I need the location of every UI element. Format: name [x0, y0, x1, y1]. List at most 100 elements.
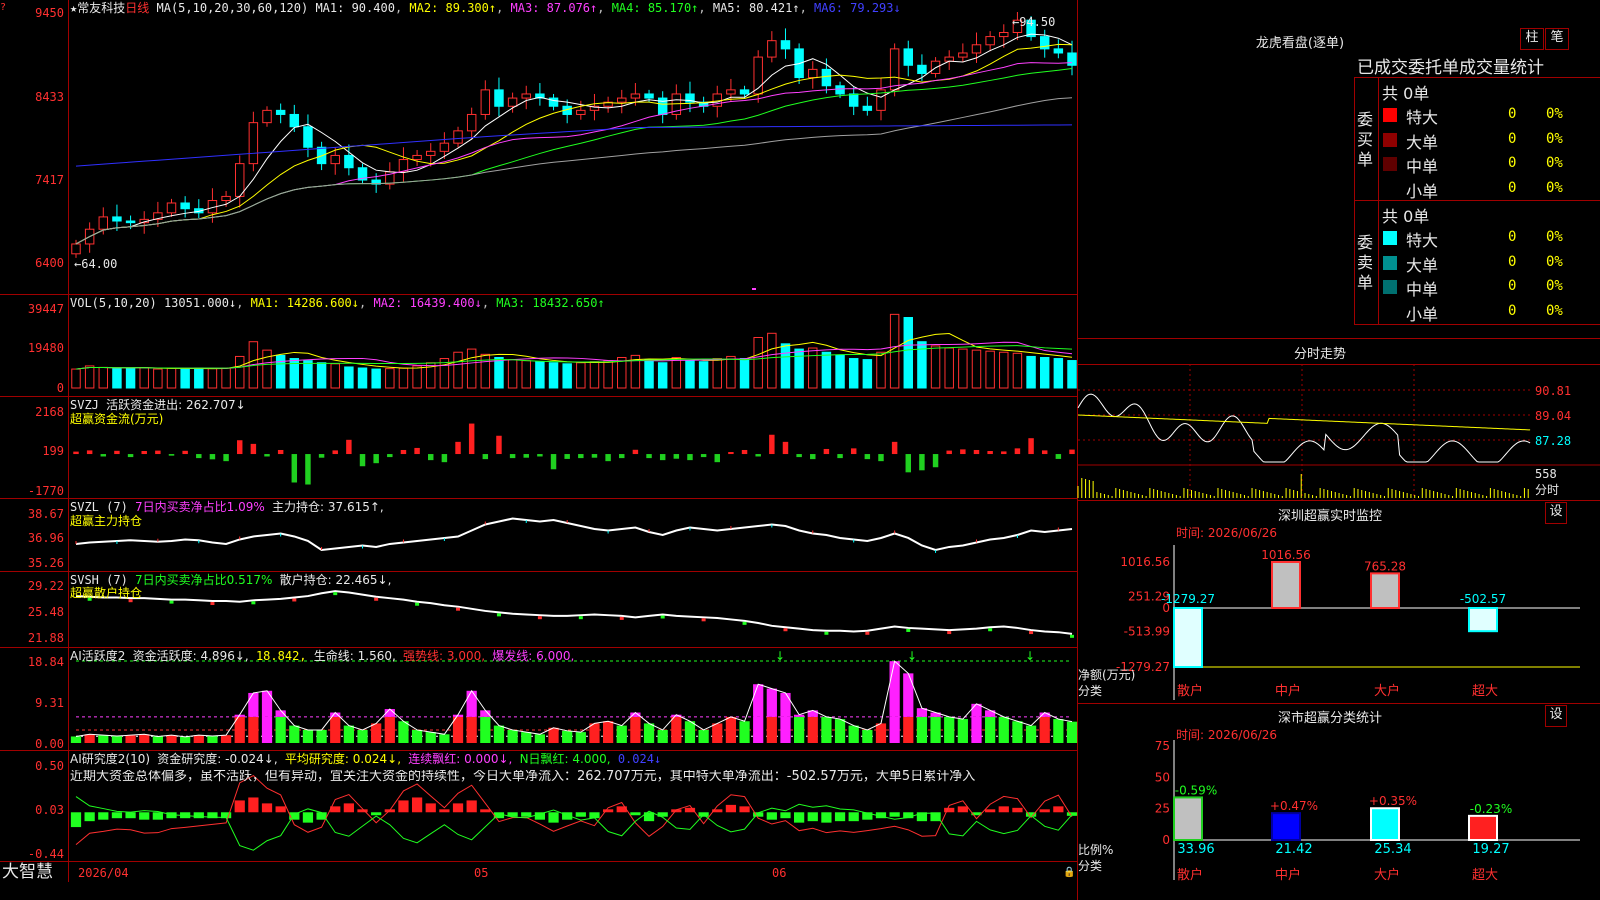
pen-mode-button[interactable]: 笔: [1545, 28, 1569, 50]
activity-bar: [780, 716, 791, 743]
research-bar: [411, 797, 423, 813]
candle-body: [112, 216, 122, 222]
volume-bar: [112, 368, 122, 389]
category-pct-label: -0.59%: [1175, 783, 1217, 797]
volume-bar: [657, 362, 668, 389]
svzl-definition: SVZL (7): [70, 500, 128, 514]
activity-bar: [575, 732, 586, 743]
candle-body: [848, 93, 859, 107]
buy-row: 中单 0 0%: [1378, 151, 1600, 176]
candle-body: [507, 97, 518, 107]
activity-bar: [452, 716, 464, 743]
color-swatch: [1383, 182, 1397, 196]
monitor-tick: -513.99: [1124, 625, 1170, 639]
row-percent: 0%: [1546, 302, 1563, 319]
category-bar: [1173, 796, 1203, 842]
research-bar: [466, 800, 477, 813]
activity-bar: [739, 721, 750, 743]
row-label: 小单: [1406, 181, 1439, 201]
category-settings-button[interactable]: 设: [1545, 705, 1567, 727]
monitor-settings-button[interactable]: 设: [1545, 502, 1567, 524]
ai-research-tick: -0.44: [27, 847, 64, 861]
sell-row: 小单 0 0%: [1378, 299, 1600, 324]
fund-flow-bar: [509, 454, 516, 459]
volume-bar: [903, 317, 914, 389]
volume-bar: [739, 358, 750, 389]
ai-research-tick: 0.03: [35, 803, 64, 817]
volume-bar: [275, 354, 286, 389]
retail-tick: [210, 602, 215, 606]
category-pct-label: +0.35%: [1369, 794, 1417, 808]
volume-bar: [466, 348, 477, 389]
candle-body: [221, 195, 231, 202]
svzj-tick: -1770: [27, 484, 64, 498]
research-bar: [1039, 809, 1050, 813]
app-logo: 大智慧: [2, 862, 53, 882]
intraday-tick: 90.81: [1535, 384, 1572, 398]
activity-bar: [1039, 716, 1050, 743]
row-value: 0: [1508, 253, 1517, 270]
research-bar: [725, 804, 737, 813]
ai-research-e: 0.024↓: [617, 752, 662, 766]
fund-flow-bar: [619, 454, 625, 459]
bar-mode-button[interactable]: 柱: [1520, 28, 1544, 50]
activity-bar: [889, 716, 900, 743]
volume-bar: [1067, 360, 1077, 389]
row-label: 小单: [1406, 304, 1439, 324]
svzl-tick: 38.67: [27, 507, 64, 521]
candle-body: [999, 31, 1009, 38]
activity-bar-top: [766, 688, 777, 717]
candle-body: [821, 68, 832, 87]
volume-bar: [412, 365, 422, 389]
buy-rows: 特大 0 0% 大单 0 0% 中单 0 0% 小单 0 0%: [1378, 102, 1600, 201]
category-value-label: 25.34: [1374, 842, 1411, 857]
research-line-red: [75, 774, 1073, 846]
monitor-bar: [1271, 561, 1301, 609]
activity-bar-top: [903, 673, 914, 717]
period-label[interactable]: 日线: [125, 1, 149, 15]
volume-bar: [262, 349, 272, 389]
ai-active-definition: AI活跃度2: [70, 649, 126, 663]
svsh-tick: 29.22: [27, 579, 64, 593]
activity-bar: [602, 721, 614, 743]
svzl-title: 超赢主力持仓: [70, 514, 143, 528]
activity-bar: [534, 734, 546, 743]
row-label: 大单: [1406, 132, 1439, 152]
activity-bar-top: [466, 690, 477, 717]
retail-tick: [906, 628, 911, 632]
buy-side-label: 委买单: [1357, 110, 1374, 169]
fund-flow-bar: [537, 454, 543, 457]
activity-bar: [193, 735, 204, 743]
vol-tick: 19480: [27, 341, 64, 355]
volume-bar: [685, 360, 695, 389]
ma3-value: MA3: 87.076↑: [510, 1, 598, 15]
svzl-tick: 36.96: [27, 531, 64, 545]
fund-flow-bar: [714, 454, 720, 463]
candle-body: [726, 89, 736, 95]
candle-body: [275, 109, 286, 115]
sell-rows: 特大 0 0% 大单 0 0% 中单 0 0% 小单 0 0%: [1378, 225, 1600, 324]
intraday-vol-tick: 558: [1535, 467, 1557, 481]
monitor-category-label: 中户: [1275, 683, 1301, 699]
retail-tick: [824, 631, 829, 635]
lock-icon[interactable]: 🔒: [1063, 866, 1075, 880]
stock-name[interactable]: 常友科技: [77, 1, 125, 15]
svsh-hold: 散户持仓: 22.465↓,: [279, 573, 392, 587]
category-top-divider: [1077, 703, 1600, 704]
candle-body: [862, 105, 873, 111]
candle-body: [835, 85, 845, 95]
fund-flow-bar: [114, 450, 120, 455]
dragon-tabs[interactable]: 已成交委托单成交量统计: [1357, 53, 1600, 75]
research-bar: [234, 800, 245, 813]
svzj-tick: 199: [42, 444, 64, 458]
fund-flow-bar: [741, 449, 748, 455]
volume-bar: [944, 347, 954, 389]
activity-bar: [357, 729, 368, 743]
intraday-avg-line: [1077, 414, 1531, 431]
volume-bar: [153, 368, 163, 389]
dragon-title: 龙虎看盘(逐单): [1255, 36, 1345, 51]
svzj-tick: 2168: [35, 405, 64, 419]
research-bar: [766, 812, 777, 820]
date-label: 2026/04: [78, 866, 129, 880]
activity-bar: [753, 716, 764, 743]
